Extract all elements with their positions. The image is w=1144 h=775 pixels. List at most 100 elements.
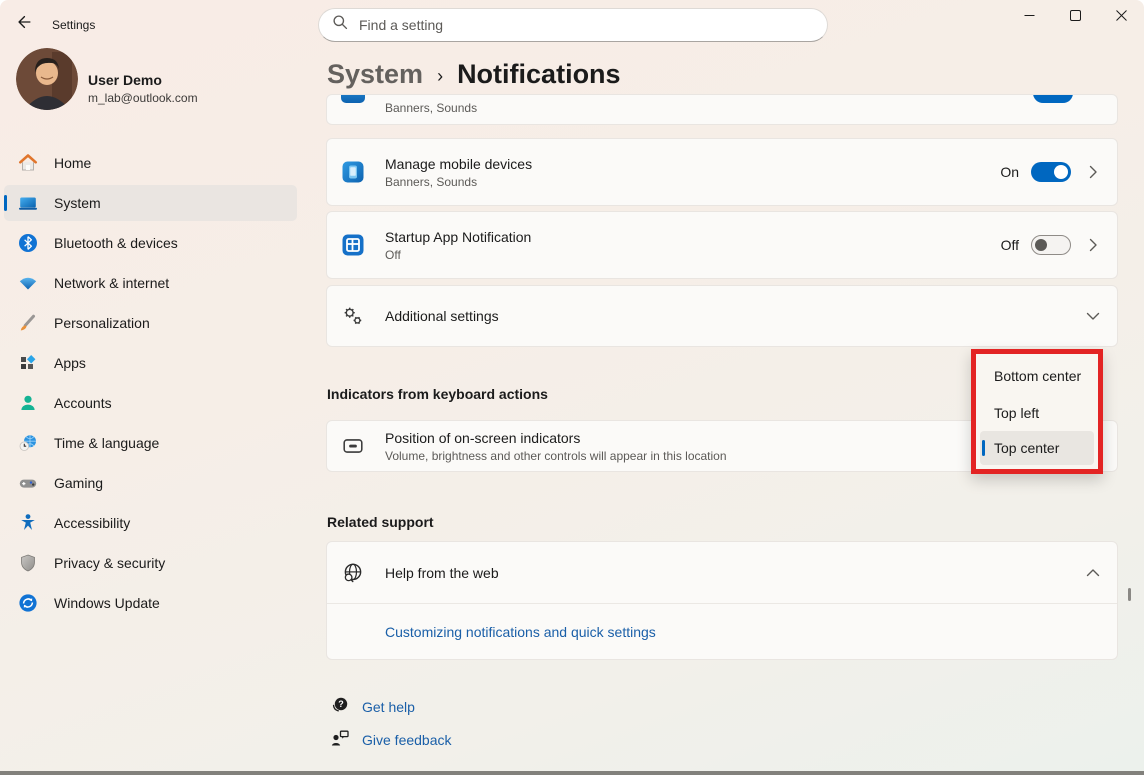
help-from-web-card: Help from the web Customizing notificati…	[326, 541, 1118, 660]
startup-app-notification-row[interactable]: Startup App Notification Off Off	[326, 211, 1118, 279]
close-button[interactable]	[1098, 0, 1144, 34]
mobile-devices-toggle[interactable]	[1031, 162, 1071, 182]
sidebar-item-label: Home	[54, 155, 92, 171]
back-arrow-icon	[15, 13, 33, 36]
give-feedback-link[interactable]: Give feedback	[330, 728, 452, 751]
help-link-row: Customizing notifications and quick sett…	[327, 604, 1117, 660]
get-help-icon: ?	[330, 695, 350, 718]
dropdown-option-bottom-center[interactable]: Bottom center	[976, 357, 1098, 394]
get-help-link[interactable]: ? Get help	[330, 695, 415, 718]
sidebar-item-accessibility[interactable]: Accessibility	[4, 505, 297, 541]
row-subtitle: Off	[385, 247, 401, 262]
sidebar-item-label: Privacy & security	[54, 555, 166, 571]
sidebar-item-label: System	[54, 195, 101, 211]
windows-update-icon	[18, 593, 38, 613]
toggle-fragment[interactable]	[1033, 95, 1073, 103]
dropdown-option-top-left[interactable]: Top left	[976, 394, 1098, 431]
breadcrumb-separator: ›	[437, 65, 444, 86]
sidebar-item-accounts[interactable]: Accounts	[4, 385, 297, 421]
sidebar: Home System Bluetooth & devices Network …	[4, 145, 297, 625]
privacy-icon	[18, 553, 38, 573]
sidebar-item-personalization[interactable]: Personalization	[4, 305, 297, 341]
sidebar-item-apps[interactable]: Apps	[4, 345, 297, 381]
row-title: Startup App Notification	[385, 228, 532, 245]
chevron-right-icon[interactable]	[1083, 235, 1103, 255]
sidebar-item-label: Accessibility	[54, 515, 131, 531]
startup-app-icon	[341, 233, 365, 257]
sidebar-item-time-language[interactable]: Time & language	[4, 425, 297, 461]
section-heading-keyboard: Indicators from keyboard actions	[327, 386, 548, 402]
home-icon	[18, 153, 38, 173]
row-subtitle: Banners, Sounds	[385, 174, 478, 189]
manage-mobile-devices-row[interactable]: Manage mobile devices Banners, Sounds On	[326, 138, 1118, 206]
sidebar-item-label: Personalization	[54, 315, 150, 331]
maximize-icon	[1069, 8, 1081, 26]
startup-app-toggle[interactable]	[1031, 235, 1071, 255]
bluetooth-icon	[18, 233, 38, 253]
breadcrumb-system[interactable]: System	[327, 59, 423, 90]
back-button[interactable]	[10, 10, 38, 38]
mobile-devices-icon	[341, 160, 365, 184]
row-title: Additional settings	[385, 308, 499, 324]
gears-icon	[341, 304, 365, 328]
partial-notification-row[interactable]: Banners, Sounds	[326, 94, 1118, 125]
gaming-icon	[18, 473, 38, 493]
help-from-web-row[interactable]: Help from the web	[327, 542, 1117, 604]
sidebar-item-bluetooth-devices[interactable]: Bluetooth & devices	[4, 225, 297, 261]
accessibility-icon	[18, 513, 38, 533]
breadcrumb: System › Notifications	[327, 59, 621, 90]
minimize-icon	[1024, 8, 1035, 26]
scrollbar-thumb[interactable]	[1128, 588, 1131, 601]
sidebar-item-home[interactable]: Home	[4, 145, 297, 181]
user-name: User Demo	[88, 72, 162, 88]
row-title: Manage mobile devices	[385, 155, 533, 172]
minimize-button[interactable]	[1006, 0, 1052, 34]
row-title: Help from the web	[385, 564, 499, 581]
row-subtitle: Banners, Sounds	[385, 101, 478, 115]
settings-window: Settings User Demo m_lab@outlook.com Fin…	[0, 0, 1144, 775]
chevron-down-icon[interactable]	[1083, 306, 1103, 326]
additional-settings-row[interactable]: Additional settings	[326, 285, 1118, 347]
apps-icon	[18, 353, 38, 373]
page-title: Notifications	[457, 59, 621, 89]
option-label: Top center	[994, 440, 1060, 456]
sidebar-item-label: Accounts	[54, 395, 112, 411]
sidebar-item-label: Time & language	[54, 435, 160, 451]
sidebar-item-label: Gaming	[54, 475, 104, 491]
get-help-label: Get help	[362, 698, 415, 715]
customizing-notifications-link[interactable]: Customizing notifications and quick sett…	[385, 624, 656, 640]
sidebar-item-label: Windows Update	[54, 595, 160, 611]
sidebar-item-label: Apps	[54, 355, 86, 371]
system-icon	[18, 193, 38, 213]
globe-search-icon	[341, 561, 365, 585]
sidebar-item-gaming[interactable]: Gaming	[4, 465, 297, 501]
search-box[interactable]	[318, 8, 828, 42]
sidebar-item-label: Network & internet	[54, 275, 170, 291]
option-label: Top left	[994, 404, 1040, 421]
row-title: Position of on-screen indicators	[385, 429, 581, 446]
option-label: Bottom center	[994, 367, 1082, 384]
personalization-icon	[18, 313, 38, 333]
accounts-icon	[18, 393, 38, 413]
chevron-right-icon[interactable]	[1083, 162, 1103, 182]
avatar[interactable]	[16, 48, 78, 110]
search-icon	[319, 14, 359, 36]
sidebar-item-label: Bluetooth & devices	[54, 235, 178, 251]
chevron-up-icon[interactable]	[1083, 563, 1103, 583]
user-email: m_lab@outlook.com	[88, 91, 198, 105]
give-feedback-label: Give feedback	[362, 731, 452, 748]
section-heading-related-support: Related support	[327, 514, 434, 530]
sidebar-item-privacy-security[interactable]: Privacy & security	[4, 545, 297, 581]
on-screen-indicator-icon	[341, 434, 365, 458]
feedback-icon	[330, 728, 350, 751]
dropdown-option-top-center[interactable]: Top center	[980, 431, 1094, 465]
app-icon-fragment	[341, 95, 365, 103]
sidebar-item-windows-update[interactable]: Windows Update	[4, 585, 297, 621]
close-icon	[1115, 8, 1127, 26]
sidebar-item-network-internet[interactable]: Network & internet	[4, 265, 297, 301]
row-subtitle: Volume, brightness and other controls wi…	[385, 448, 727, 463]
time-language-icon	[18, 433, 38, 453]
maximize-button[interactable]	[1052, 0, 1098, 34]
sidebar-item-system[interactable]: System	[4, 185, 297, 221]
search-input[interactable]	[359, 17, 779, 33]
